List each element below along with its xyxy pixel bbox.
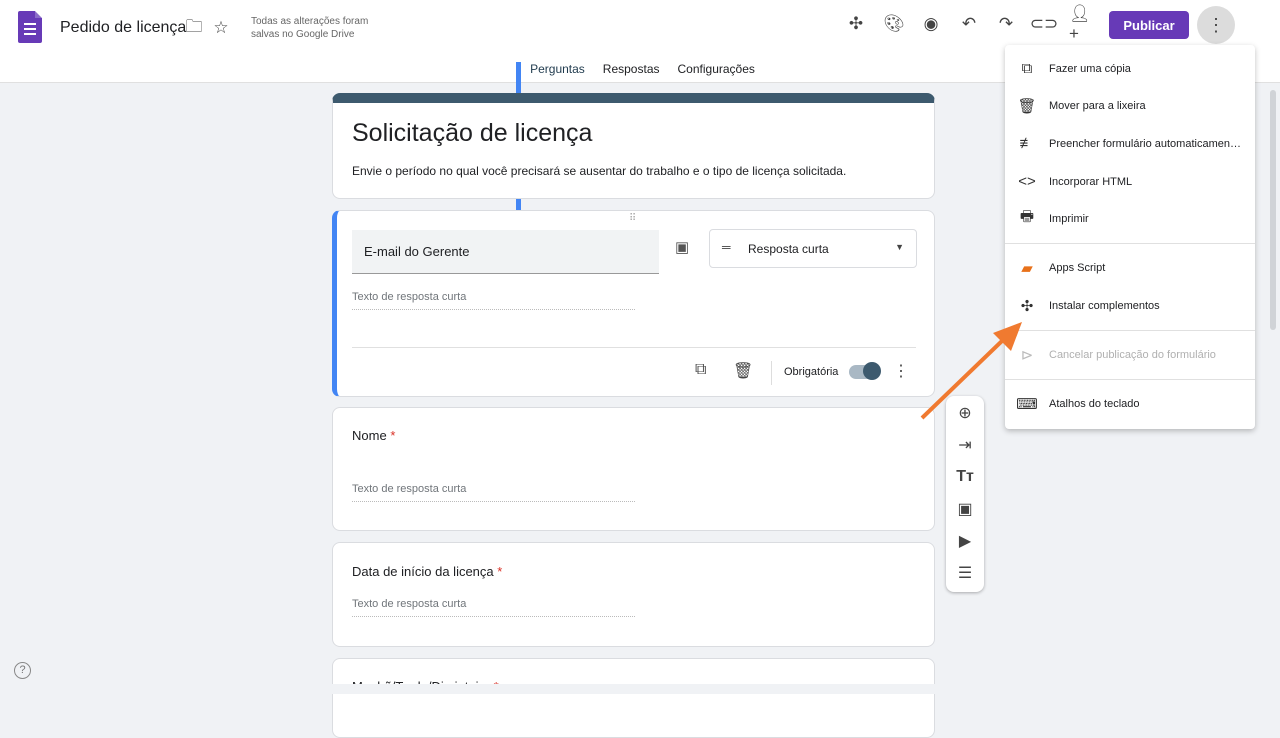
annotation-arrow [920,322,1022,420]
arrow-shaft [920,338,1005,420]
